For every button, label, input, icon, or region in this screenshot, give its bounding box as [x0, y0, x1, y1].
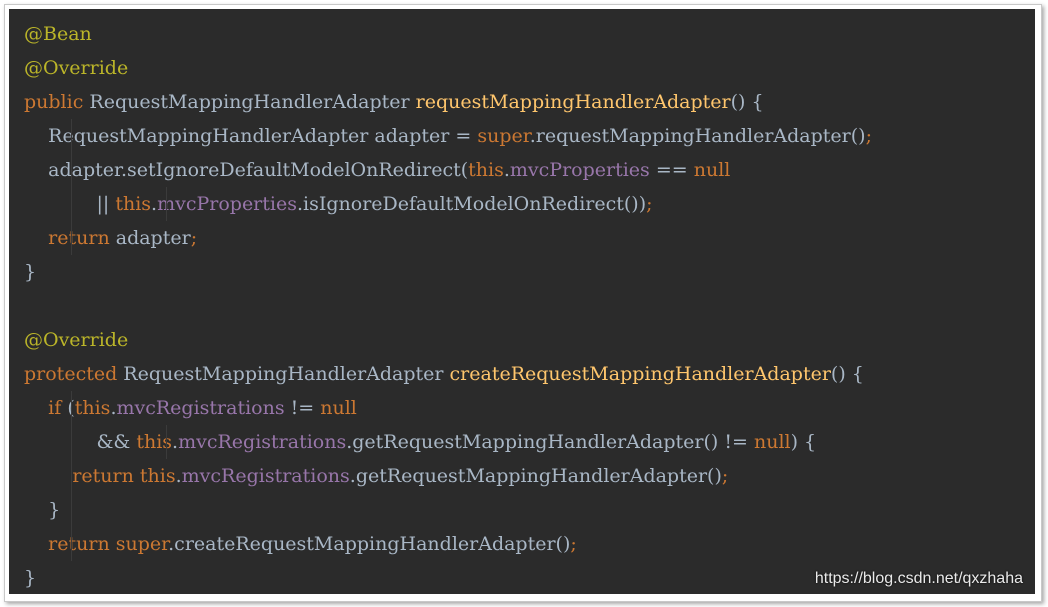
- code-line[interactable]: public RequestMappingHandlerAdapter requ…: [24, 85, 872, 119]
- token-text: (: [61, 397, 75, 419]
- token-text: .requestMappingHandlerAdapter(): [529, 125, 866, 147]
- indent-guide: [71, 187, 72, 221]
- watermark: https://blog.csdn.net/qxzhaha: [814, 570, 1023, 587]
- token-text: RequestMappingHandlerAdapter adapter =: [24, 125, 478, 147]
- indent-guide: [71, 527, 72, 561]
- token-punctuation: ;: [570, 533, 577, 555]
- token-punctuation: ;: [190, 227, 198, 249]
- code-line[interactable]: }: [24, 255, 872, 289]
- code-line[interactable]: }: [24, 561, 872, 594]
- code-line[interactable]: return adapter;: [24, 221, 872, 255]
- token-text: }: [24, 567, 37, 589]
- token-text: RequestMappingHandlerAdapter: [117, 363, 450, 385]
- token-text: ==: [649, 159, 694, 181]
- token-text: adapter: [109, 227, 191, 249]
- indent-guide: [166, 187, 167, 221]
- code-editor[interactable]: @Bean @Override public RequestMappingHandl…: [9, 9, 1035, 594]
- token-text: () {: [830, 363, 864, 385]
- indent-guide: [71, 391, 72, 425]
- indent-guide: [71, 425, 72, 459]
- token-keyword: this: [74, 397, 111, 419]
- token-text: &&: [24, 431, 137, 453]
- indent-guide: [166, 425, 167, 459]
- token-keyword: return: [48, 533, 110, 555]
- code-line[interactable]: @Bean: [24, 17, 872, 51]
- token-keyword: null: [320, 397, 357, 419]
- indent-guide: [71, 493, 72, 527]
- token-keyword: protected: [24, 363, 118, 385]
- code-line[interactable]: @Override: [24, 51, 872, 85]
- token-keyword: this: [139, 465, 176, 487]
- token-annotation: @Override: [24, 57, 129, 79]
- token-field: mvcRegistrations: [178, 431, 347, 453]
- token-text: ||: [24, 193, 116, 215]
- token-text: () {: [730, 91, 764, 113]
- code-line[interactable]: || this.mvcProperties.isIgnoreDefaultMod…: [24, 187, 872, 221]
- token-annotation: @Override: [24, 329, 129, 351]
- indent-guide: [71, 459, 72, 493]
- token-annotation: @Bean: [24, 23, 92, 45]
- code-line[interactable]: adapter.setIgnoreDefaultModelOnRedirect(…: [24, 153, 872, 187]
- code-line[interactable]: return this.mvcRegistrations.getRequestM…: [24, 459, 872, 493]
- token-keyword: this: [468, 159, 504, 181]
- token-keyword: return: [72, 465, 134, 487]
- token-keyword: public: [24, 91, 84, 113]
- token-method-name: createRequestMappingHandlerAdapter: [449, 363, 831, 385]
- token-text: adapter.setIgnoreDefaultModelOnRedirect(: [24, 159, 469, 181]
- token-keyword: null: [693, 159, 731, 181]
- token-punctuation: ;: [865, 125, 872, 147]
- code-line[interactable]: @Override: [24, 323, 872, 357]
- token-field: mvcRegistrations: [181, 465, 350, 487]
- code-line[interactable]: && this.mvcRegistrations.getRequestMappi…: [24, 425, 872, 459]
- token-punctuation: ;: [646, 193, 653, 215]
- indent-guide: [71, 153, 72, 187]
- token-keyword: return: [48, 227, 110, 249]
- indent-guide: [71, 119, 72, 153]
- code-line[interactable]: RequestMappingHandlerAdapter adapter = s…: [24, 119, 872, 153]
- token-field: mvcRegistrations: [116, 397, 285, 419]
- code-line[interactable]: protected RequestMappingHandlerAdapter c…: [24, 357, 872, 391]
- token-text: .createRequestMappingHandlerAdapter(): [168, 533, 571, 555]
- token-keyword: super: [477, 125, 530, 147]
- code-block[interactable]: @Bean @Override public RequestMappingHandl…: [24, 17, 872, 594]
- token-text: }: [24, 261, 37, 283]
- token-keyword: null: [753, 431, 791, 453]
- token-text: .getRequestMappingHandlerAdapter() !=: [346, 431, 754, 453]
- token-field: mvcProperties: [157, 193, 297, 215]
- token-text: .getRequestMappingHandlerAdapter(): [349, 465, 722, 487]
- code-line[interactable]: return super.createRequestMappingHandler…: [24, 527, 872, 561]
- token-text: RequestMappingHandlerAdapter: [83, 91, 416, 113]
- token-field: mvcProperties: [509, 159, 650, 181]
- token-keyword: if: [48, 397, 62, 419]
- token-text: .isIgnoreDefaultModelOnRedirect()): [296, 193, 647, 215]
- token-keyword: this: [115, 193, 152, 215]
- token-method-name: requestMappingHandlerAdapter: [415, 91, 731, 113]
- token-punctuation: ;: [721, 465, 729, 487]
- token-text: }: [24, 499, 61, 521]
- token-keyword: super: [115, 533, 169, 555]
- code-line[interactable]: }: [24, 493, 872, 527]
- indent-guide: [71, 221, 72, 255]
- code-line[interactable]: if (this.mvcRegistrations != null: [24, 391, 872, 425]
- token-text: ) {: [790, 431, 817, 453]
- code-line[interactable]: [24, 289, 872, 323]
- token-text: !=: [284, 397, 321, 419]
